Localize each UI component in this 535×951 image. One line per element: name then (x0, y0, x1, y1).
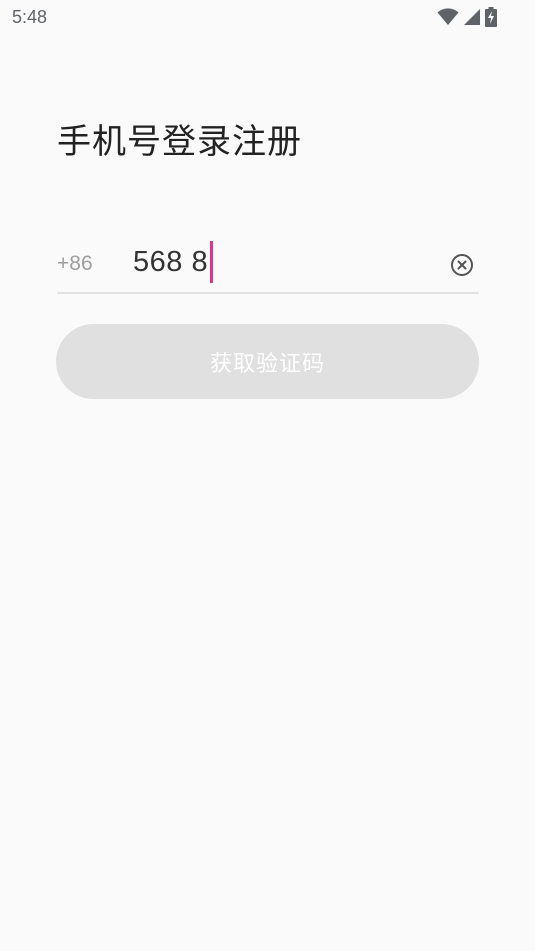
phone-number-input[interactable]: 568 8 (133, 240, 214, 284)
text-cursor (210, 241, 214, 283)
phone-number-value: 568 8 (133, 245, 209, 278)
get-verification-code-button[interactable]: 获取验证码 (56, 324, 479, 399)
status-time: 5:48 (12, 7, 48, 27)
phone-input-row: +86 568 8 (57, 234, 479, 294)
status-bar: 5:48 (0, 0, 535, 36)
status-icons (437, 7, 497, 31)
page-title: 手机号登录注册 (57, 122, 302, 162)
clear-input-button[interactable] (450, 253, 474, 277)
battery-charging-icon (485, 7, 497, 31)
wifi-icon (437, 8, 459, 30)
country-code: +86 (57, 252, 93, 275)
clear-icon (451, 254, 473, 276)
cellular-signal-icon (463, 8, 481, 30)
